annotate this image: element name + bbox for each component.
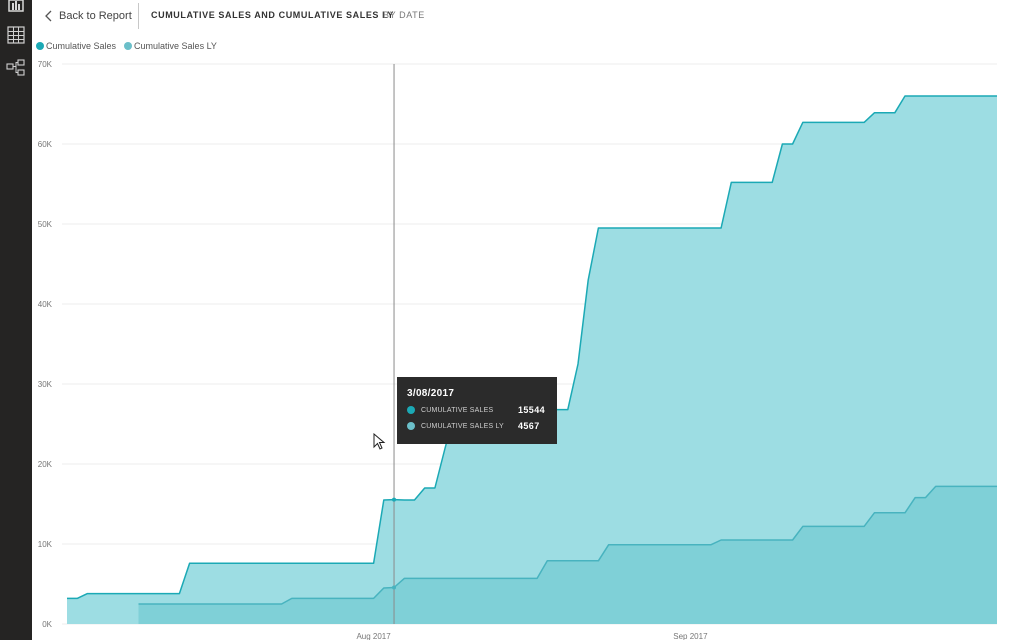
y-tick-label: 70K — [38, 60, 53, 69]
area-chart[interactable]: 0K 10K 20K 30K 40K 50K 60K 70K Aug 2017 Sep 2017 — [0, 0, 1013, 640]
hover-point — [392, 585, 397, 590]
tooltip-row-cumulative-sales: CUMULATIVE SALES 15544 — [407, 404, 552, 416]
y-tick-label: 30K — [38, 380, 53, 389]
tooltip-marker — [407, 406, 415, 414]
tooltip-value: 15544 — [518, 405, 546, 415]
y-tick-label: 0K — [42, 620, 52, 629]
y-tick-label: 40K — [38, 300, 53, 309]
y-tick-label: 60K — [38, 140, 53, 149]
tooltip-value: 4567 — [518, 421, 540, 431]
y-tick-label: 10K — [38, 540, 53, 549]
mouse-pointer-icon — [373, 433, 386, 450]
series-areas — [67, 95, 997, 624]
x-axis: Aug 2017 Sep 2017 — [356, 632, 708, 640]
y-tick-label: 50K — [38, 220, 53, 229]
x-tick-label: Sep 2017 — [673, 632, 708, 640]
y-axis: 0K 10K 20K 30K 40K 50K 60K 70K — [38, 60, 53, 629]
tooltip-label: CUMULATIVE SALES — [421, 406, 494, 414]
y-tick-label: 20K — [38, 460, 53, 469]
tooltip-marker — [407, 422, 415, 430]
tooltip-row-cumulative-sales-ly: CUMULATIVE SALES LY 4567 — [407, 420, 552, 432]
tooltip-label: CUMULATIVE SALES LY — [421, 422, 504, 430]
data-tooltip: 3/08/2017 CUMULATIVE SALES 15544 CUMULAT… — [397, 377, 557, 444]
hover-point — [392, 497, 397, 502]
x-tick-label: Aug 2017 — [356, 632, 391, 640]
tooltip-date: 3/08/2017 — [407, 388, 455, 399]
